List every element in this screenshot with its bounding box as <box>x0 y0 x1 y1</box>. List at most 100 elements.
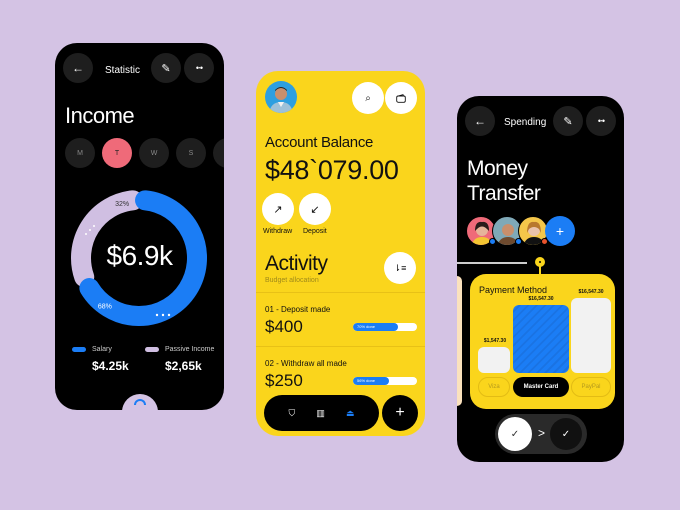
back-button[interactable]: ← <box>63 53 93 83</box>
title-line: Transfer <box>467 182 541 205</box>
header-title: Statistic <box>105 65 141 76</box>
back-button[interactable]: ← <box>465 106 495 136</box>
more-button[interactable]: •‧• <box>586 106 616 136</box>
activity-item-amount: $400 <box>265 317 303 336</box>
method-pill-master-card[interactable]: Master Card <box>513 377 569 397</box>
method-label: PayPal <box>581 384 601 390</box>
donut-label-passive-income: 32% <box>115 201 129 208</box>
activity-item-label: 02 - Withdraw all made <box>265 359 347 368</box>
method-amount-viza: $1,547.30 <box>483 338 507 344</box>
progress-fill: 56% done <box>353 377 389 385</box>
method-bar-paypal[interactable] <box>571 298 611 373</box>
arrow-up-right-icon: ↗ <box>273 203 283 216</box>
activity-subtitle: Budget allocation <box>265 277 319 284</box>
day-button-partial[interactable] <box>213 138 224 168</box>
divider <box>256 346 425 347</box>
confirm-target[interactable]: ✓ <box>550 418 582 450</box>
method-label: Master Card <box>523 384 559 390</box>
balance-value: $48`079.00 <box>265 155 399 185</box>
activity-item-label: 01 - Deposit made <box>265 305 331 314</box>
page-title: Income <box>65 103 135 128</box>
check-icon: ✓ <box>510 428 520 440</box>
method-bar-viza[interactable] <box>478 347 510 373</box>
previous-card[interactable] <box>457 276 462 406</box>
legend-label: Salary <box>92 346 112 353</box>
legend-swatch <box>145 347 159 352</box>
legend-value-passive-income: $2,65k <box>165 359 202 373</box>
chevron-up-icon <box>134 399 146 405</box>
plus-icon: + <box>555 223 565 239</box>
activity-title: Activity <box>265 252 328 275</box>
chart-icon[interactable]: ▥ <box>316 408 325 419</box>
add-button[interactable]: + <box>382 395 418 431</box>
donut-total: $6.9k <box>106 240 174 271</box>
day-label: M <box>77 149 83 157</box>
confirm-slider[interactable]: ✓ > ✓ <box>495 414 587 454</box>
pencil-icon: ✎ <box>161 62 171 75</box>
day-button-w[interactable]: W <box>139 138 169 168</box>
day-label: W <box>150 149 158 157</box>
method-bar-master-card[interactable] <box>513 305 569 373</box>
method-amount-master-card: $16,547.30 <box>528 296 554 302</box>
wallet-icon <box>396 93 406 103</box>
method-label: Viza <box>488 384 500 390</box>
shield-icon[interactable]: ⛉ <box>289 408 296 419</box>
method-pill-paypal[interactable]: PayPal <box>571 377 611 397</box>
more-button[interactable]: •‧• <box>184 53 214 83</box>
activity-progress-bar: 70% done <box>353 323 417 331</box>
sort-icon: ⇂≡ <box>393 262 407 273</box>
search-button[interactable]: ⌕ <box>352 82 384 114</box>
chevron-right-icon: > <box>538 426 546 440</box>
day-button-m[interactable]: M <box>65 138 95 168</box>
arrow-left-icon: ← <box>72 61 84 75</box>
wallet-button[interactable] <box>385 82 417 114</box>
edit-button[interactable]: ✎ <box>151 53 181 83</box>
dots-icon: •‧• <box>597 115 605 126</box>
user-avatar[interactable] <box>265 81 297 113</box>
progress-fill: 70% done <box>353 323 398 331</box>
pencil-icon: ✎ <box>563 115 573 128</box>
statistic-phone: ← Statistic ✎ •‧• Income M T W S 32% 68%… <box>55 43 224 410</box>
dots-icon: •‧• <box>195 62 203 73</box>
legend-swatch <box>72 347 86 352</box>
withdraw-label: Withdraw <box>263 228 293 235</box>
activity-item-amount: $250 <box>265 371 303 390</box>
bank-icon[interactable]: ⏏ <box>346 408 355 419</box>
deposit-button[interactable]: ↙ <box>299 193 331 225</box>
spending-phone: ← Spending ✎ •‧• Money Transfer + Paymen… <box>457 96 624 462</box>
divider <box>256 292 425 293</box>
legend-label: Passive Income <box>165 346 215 353</box>
donut-label-salary: 68% <box>98 304 112 311</box>
search-icon: ⌕ <box>365 92 371 104</box>
title-line: Money <box>467 157 528 180</box>
legend-passive-income: Passive Income <box>145 346 214 353</box>
payment-title: Payment Method <box>479 285 548 295</box>
deposit-label: Deposit <box>303 228 327 235</box>
legend-value-salary: $4.25k <box>92 359 129 373</box>
day-label: S <box>188 149 194 157</box>
arrow-left-icon: ← <box>474 114 486 128</box>
legend-salary: Salary <box>72 346 112 353</box>
activity-progress-bar: 56% done <box>353 377 417 385</box>
check-icon: ✓ <box>561 428 571 440</box>
plus-icon: + <box>395 404 405 421</box>
pin-stem <box>539 266 541 274</box>
balance-label: Account Balance <box>265 134 374 151</box>
page-title: Money Transfer <box>467 156 541 206</box>
payment-method-card: Payment Method $1,547.30 $16,547.30 $16,… <box>470 274 615 409</box>
home-handle[interactable] <box>122 394 158 410</box>
method-amount-paypal: $16,547.30 <box>578 289 604 295</box>
person-icon <box>269 87 293 113</box>
edit-button[interactable]: ✎ <box>553 106 583 136</box>
sort-button[interactable]: ⇂≡ <box>384 252 416 284</box>
bottom-tab-bar: ⛉ ▥ ⏏ <box>264 395 379 431</box>
add-contact-button[interactable]: + <box>545 216 575 246</box>
day-label: T <box>114 149 120 157</box>
withdraw-button[interactable]: ↗ <box>262 193 294 225</box>
carousel-track[interactable] <box>457 262 527 264</box>
day-button-s[interactable]: S <box>176 138 206 168</box>
method-pill-viza[interactable]: Viza <box>478 377 510 397</box>
arrow-down-left-icon: ↙ <box>310 203 320 216</box>
day-button-t[interactable]: T <box>102 138 132 168</box>
confirm-handle[interactable]: ✓ <box>498 417 532 451</box>
